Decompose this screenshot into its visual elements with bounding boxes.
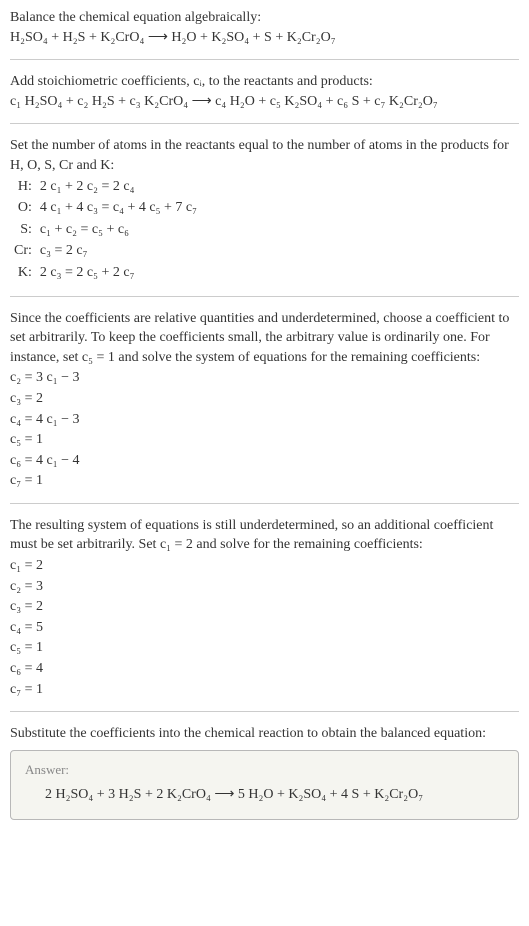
step5-text: Substitute the coefficients into the che… — [10, 724, 519, 744]
step4-section: The resulting system of equations is sti… — [10, 516, 519, 699]
element-equation: 2 c₁ + 2 c₂ = 2 c₄ — [40, 176, 203, 198]
step2-section: Set the number of atoms in the reactants… — [10, 136, 519, 283]
element-label: O: — [14, 197, 40, 219]
element-label: S: — [14, 219, 40, 241]
atom-balance-table: H: 2 c₁ + 2 c₂ = 2 c₄ O: 4 c₁ + 4 c₃ = c… — [14, 176, 203, 284]
step3-equations: c₂ = 3 c₁ − 3 c₃ = 2 c₄ = 4 c₁ − 3 c₅ = … — [10, 368, 519, 491]
coefficient-equation: c₅ = 1 — [10, 430, 519, 450]
coefficient-equation: c₃ = 2 — [10, 389, 519, 409]
coefficient-value: c₄ = 5 — [10, 618, 519, 638]
element-label: Cr: — [14, 240, 40, 262]
divider — [10, 59, 519, 60]
divider — [10, 296, 519, 297]
coefficient-equation: c₇ = 1 — [10, 471, 519, 491]
answer-box: Answer: 2 H₂SO₄ + 3 H₂S + 2 K₂CrO₄ ⟶ 5 H… — [10, 750, 519, 820]
table-row: O: 4 c₁ + 4 c₃ = c₄ + 4 c₅ + 7 c₇ — [14, 197, 203, 219]
table-row: K: 2 c₃ = 2 c₅ + 2 c₇ — [14, 262, 203, 284]
coefficient-value: c₇ = 1 — [10, 680, 519, 700]
coefficient-value: c₆ = 4 — [10, 659, 519, 679]
answer-label: Answer: — [25, 761, 504, 779]
coefficient-value: c₂ = 3 — [10, 577, 519, 597]
intro-text: Balance the chemical equation algebraica… — [10, 8, 519, 28]
step2-text: Set the number of atoms in the reactants… — [10, 136, 519, 175]
step4-equations: c₁ = 2 c₂ = 3 c₃ = 2 c₄ = 5 c₅ = 1 c₆ = … — [10, 556, 519, 699]
element-label: K: — [14, 262, 40, 284]
element-equation: c₁ + c₂ = c₅ + c₆ — [40, 219, 203, 241]
step4-text: The resulting system of equations is sti… — [10, 516, 519, 555]
divider — [10, 123, 519, 124]
element-equation: 4 c₁ + 4 c₃ = c₄ + 4 c₅ + 7 c₇ — [40, 197, 203, 219]
intro-equation: H₂SO₄ + H₂S + K₂CrO₄ ⟶ H₂O + K₂SO₄ + S +… — [10, 28, 519, 48]
divider — [10, 503, 519, 504]
intro-section: Balance the chemical equation algebraica… — [10, 8, 519, 47]
element-equation: c₃ = 2 c₇ — [40, 240, 203, 262]
element-label: H: — [14, 176, 40, 198]
table-row: H: 2 c₁ + 2 c₂ = 2 c₄ — [14, 176, 203, 198]
step5-section: Substitute the coefficients into the che… — [10, 724, 519, 819]
divider — [10, 711, 519, 712]
step3-section: Since the coefficients are relative quan… — [10, 309, 519, 491]
element-equation: 2 c₃ = 2 c₅ + 2 c₇ — [40, 262, 203, 284]
coefficient-equation: c₄ = 4 c₁ − 3 — [10, 410, 519, 430]
step1-section: Add stoichiometric coefficients, cᵢ, to … — [10, 72, 519, 111]
answer-equation: 2 H₂SO₄ + 3 H₂S + 2 K₂CrO₄ ⟶ 5 H₂O + K₂S… — [25, 785, 504, 805]
coefficient-value: c₁ = 2 — [10, 556, 519, 576]
step3-text: Since the coefficients are relative quan… — [10, 309, 519, 368]
table-row: S: c₁ + c₂ = c₅ + c₆ — [14, 219, 203, 241]
coefficient-value: c₃ = 2 — [10, 597, 519, 617]
table-row: Cr: c₃ = 2 c₇ — [14, 240, 203, 262]
coefficient-value: c₅ = 1 — [10, 638, 519, 658]
step1-equation: c₁ H₂SO₄ + c₂ H₂S + c₃ K₂CrO₄ ⟶ c₄ H₂O +… — [10, 92, 519, 112]
step1-text: Add stoichiometric coefficients, cᵢ, to … — [10, 72, 519, 92]
coefficient-equation: c₆ = 4 c₁ − 4 — [10, 451, 519, 471]
coefficient-equation: c₂ = 3 c₁ − 3 — [10, 368, 519, 388]
